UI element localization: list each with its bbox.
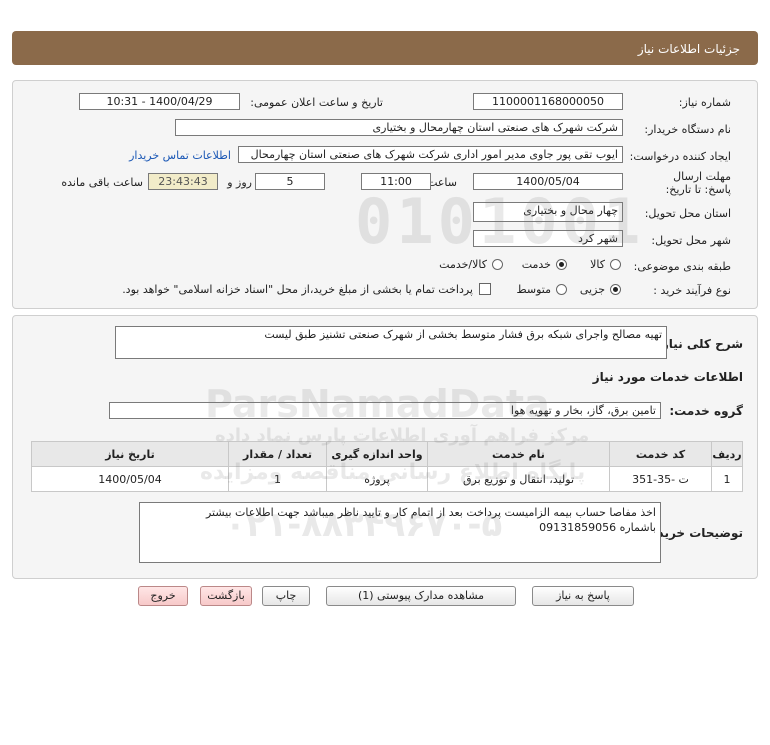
cell-quantity: 1: [228, 466, 327, 492]
need-details-panel: شرح کلی نیاز: تهیه مصالح واجرای شبکه برق…: [12, 315, 758, 579]
service-group-field: تامین برق، گاز، بخار و تهویه هوا: [109, 402, 661, 419]
process-radio-medium[interactable]: [556, 284, 567, 295]
deadline-time-label: ساعت: [427, 176, 457, 189]
need-number-label: شماره نیاز:: [678, 96, 731, 109]
back-button[interactable]: بازگشت: [200, 586, 252, 606]
remaining-time-field: 23:43:43: [148, 173, 218, 190]
view-documents-button[interactable]: مشاهده مدارک پیوستی (1): [326, 586, 516, 606]
buyer-notes-line2: باشماره 09131859056: [539, 521, 656, 534]
process-label: نوع فرآیند خرید :: [653, 284, 731, 297]
services-table: ردیف کد خدمت نام خدمت واحد اندازه گیری ت…: [31, 441, 743, 492]
category-label: طبقه بندی موضوعی:: [633, 260, 731, 273]
page-title: جزئیات اطلاعات نیاز: [637, 42, 740, 56]
header-unit: واحد اندازه گیری: [326, 441, 428, 467]
days-label: روز و: [227, 176, 252, 189]
cell-need-date: 1400/05/04: [31, 466, 229, 492]
header-row-number: ردیف: [711, 441, 743, 467]
summary-field: تهیه مصالح واجرای شبکه برق فشار متوسط بخ…: [115, 326, 667, 359]
category-option-goods: کالا: [590, 258, 605, 271]
city-field: شهر کرد: [473, 230, 623, 247]
services-heading: اطلاعات خدمات مورد نیاز: [592, 370, 743, 384]
table-header-row: ردیف کد خدمت نام خدمت واحد اندازه گیری ت…: [31, 441, 743, 467]
buyer-notes-field: اخذ مفاصا حساب بیمه الزامیست پرداخت بعد …: [139, 502, 661, 563]
city-label: شهر محل تحویل:: [651, 234, 731, 247]
province-field: چهار محال و بختیاری: [473, 202, 623, 222]
header-need-date: تاریخ نیاز: [31, 441, 229, 467]
creator-field: ایوب تقی پور جاوی مدیر امور اداری شرکت ش…: [238, 146, 623, 163]
need-number-field: 1100001168000050: [473, 93, 623, 110]
category-radio-goods[interactable]: [610, 259, 621, 270]
cell-service-name: تولید، انتقال و توزیع برق: [427, 466, 610, 492]
service-group-label: گروه خدمت:: [669, 404, 743, 418]
cell-service-code: ت -35-351: [609, 466, 712, 492]
deadline-label: مهلت ارسال پاسخ: تا تاریخ:: [665, 170, 731, 196]
process-option-medium: متوسط: [516, 283, 551, 296]
table-row: 1 ت -35-351 تولید، انتقال و توزیع برق پر…: [31, 466, 743, 492]
payment-note: پرداخت تمام یا بخشی از مبلغ خرید،از محل …: [122, 283, 473, 296]
treasury-checkbox[interactable]: [479, 283, 491, 295]
need-info-panel: شماره نیاز: 1100001168000050 تاریخ و ساع…: [12, 80, 758, 309]
province-label: استان محل تحویل:: [644, 207, 731, 220]
page-header: جزئیات اطلاعات نیاز: [12, 31, 758, 65]
buyer-notes-line1: اخذ مفاصا حساب بیمه الزامیست پرداخت بعد …: [205, 506, 656, 519]
announce-label: تاریخ و ساعت اعلان عمومی:: [250, 96, 383, 109]
print-button[interactable]: چاپ: [262, 586, 310, 606]
creator-label: ایجاد کننده درخواست:: [629, 150, 731, 163]
category-option-goods-service: کالا/خدمت: [439, 258, 487, 271]
buyer-org-field: شرکت شهرک های صنعتی استان چهارمحال و بخت…: [175, 119, 623, 136]
category-radio-service[interactable]: [556, 259, 567, 270]
category-radio-goods-service[interactable]: [492, 259, 503, 270]
deadline-time-field: 11:00: [361, 173, 431, 190]
exit-button[interactable]: خروج: [138, 586, 188, 606]
announce-field: 1400/04/29 - 10:31: [79, 93, 240, 110]
cell-unit: پروژه: [326, 466, 428, 492]
process-radio-partial[interactable]: [610, 284, 621, 295]
buyer-org-label: نام دستگاه خریدار:: [644, 123, 731, 136]
header-service-code: کد خدمت: [609, 441, 712, 467]
remaining-label: ساعت باقی مانده: [61, 176, 143, 189]
days-field: 5: [255, 173, 325, 190]
buyer-contact-link[interactable]: اطلاعات تماس خریدار: [129, 149, 231, 162]
deadline-date-field: 1400/05/04: [473, 173, 623, 190]
header-quantity: تعداد / مقدار: [228, 441, 327, 467]
category-option-service: خدمت: [521, 258, 551, 271]
summary-label: شرح کلی نیاز:: [657, 337, 743, 351]
cell-row-number: 1: [711, 466, 743, 492]
process-option-partial: جزیی: [579, 283, 605, 296]
header-service-name: نام خدمت: [427, 441, 610, 467]
reply-button[interactable]: پاسخ به نیاز: [532, 586, 634, 606]
